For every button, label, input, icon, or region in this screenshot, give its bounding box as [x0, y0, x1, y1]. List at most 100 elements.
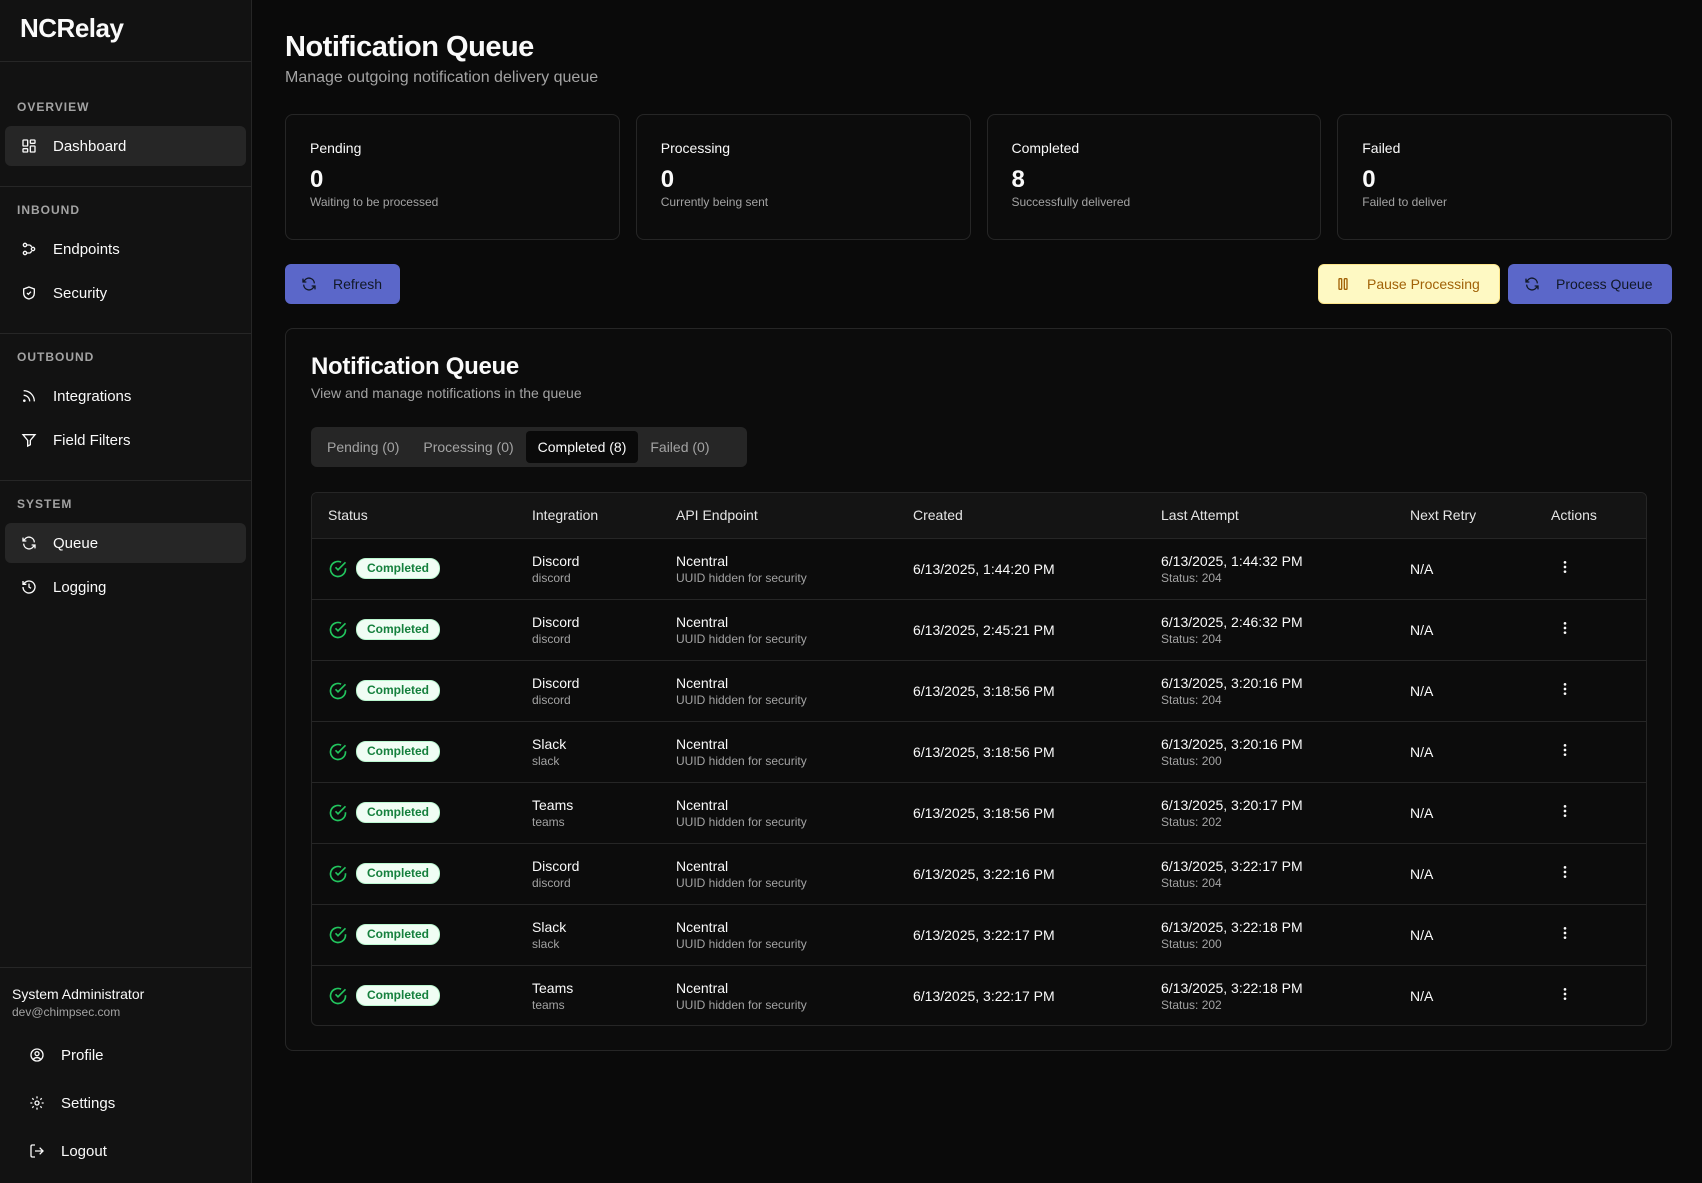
integration-type: slack [532, 753, 560, 768]
user-panel: System Administrator dev@chimpsec.com Pr… [0, 967, 251, 1183]
user-circle-icon [30, 1048, 44, 1062]
table-row[interactable]: Completed Slack slack Ncentral UUID hidd… [312, 904, 1646, 965]
page-title: Notification Queue [285, 31, 534, 63]
sidebar-item-label: Endpoints [53, 240, 120, 258]
pause-label: Pause Processing [1367, 276, 1480, 292]
sidebar-nav: OVERVIEW Dashboard INBOUND Endpoints Sec… [0, 62, 251, 607]
stats-row: Pending 0 Waiting to be processed Proces… [285, 114, 1672, 240]
more-vertical-icon[interactable] [1557, 986, 1573, 1002]
table-row[interactable]: Completed Discord discord Ncentral UUID … [312, 843, 1646, 904]
pause-processing-button[interactable]: Pause Processing [1318, 264, 1500, 304]
endpoint-name: Ncentral [676, 979, 729, 996]
endpoint-note: UUID hidden for security [676, 631, 807, 646]
endpoint-note: UUID hidden for security [676, 936, 807, 951]
last-attempt-status: Status: 204 [1161, 875, 1222, 890]
section-label: OVERVIEW [17, 100, 90, 114]
endpoint-note: UUID hidden for security [676, 753, 807, 768]
more-vertical-icon[interactable] [1557, 864, 1573, 880]
table-row[interactable]: Completed Discord discord Ncentral UUID … [312, 538, 1646, 599]
status-cell: Completed [328, 680, 500, 701]
endpoint-name: Ncentral [676, 918, 729, 935]
table-row[interactable]: Completed Discord discord Ncentral UUID … [312, 660, 1646, 721]
sidebar-item-integrations[interactable]: Integrations [5, 376, 246, 416]
logout-icon [30, 1144, 44, 1158]
status-badge: Completed [356, 924, 441, 945]
check-circle-icon [329, 987, 347, 1005]
integration-name: Slack [532, 918, 567, 935]
next-retry: N/A [1410, 560, 1434, 577]
sidebar-item-label: Queue [53, 534, 99, 552]
queue-table: Status Integration API Endpoint Created … [311, 492, 1647, 1026]
sidebar-item-queue[interactable]: Queue [5, 523, 246, 563]
last-attempt-time: 6/13/2025, 3:22:18 PM [1161, 979, 1303, 996]
page-subtitle: Manage outgoing notification delivery qu… [285, 69, 599, 86]
app-logo[interactable]: NCRelay [0, 0, 251, 62]
sidebar-item-endpoints[interactable]: Endpoints [5, 229, 246, 269]
more-vertical-icon[interactable] [1557, 742, 1573, 758]
table-row[interactable]: Completed Teams teams Ncentral UUID hidd… [312, 782, 1646, 843]
more-vertical-icon[interactable] [1557, 925, 1573, 941]
more-vertical-icon[interactable] [1557, 559, 1573, 575]
logout-link[interactable]: Logout [12, 1129, 239, 1173]
status-badge: Completed [356, 680, 441, 701]
endpoint-name: Ncentral [676, 735, 729, 752]
endpoint-name: Ncentral [676, 613, 729, 630]
created-time: 6/13/2025, 3:22:17 PM [913, 926, 1055, 943]
table-header-row: Status Integration API Endpoint Created … [312, 493, 1646, 538]
last-attempt-time: 6/13/2025, 1:44:32 PM [1161, 552, 1303, 569]
check-circle-icon [329, 621, 347, 638]
tab-processing[interactable]: Processing (0) [411, 431, 525, 463]
sidebar-item-security[interactable]: Security [5, 273, 246, 313]
settings-link[interactable]: Settings [12, 1081, 239, 1125]
check-circle-icon [329, 804, 347, 821]
more-vertical-icon[interactable] [1557, 803, 1573, 819]
sidebar-item-label: Integrations [53, 387, 132, 405]
created-time: 6/13/2025, 3:18:56 PM [913, 804, 1055, 821]
stat-value: 0 [310, 166, 324, 193]
tab-pending[interactable]: Pending (0) [315, 431, 411, 463]
stat-card-pending: Pending 0 Waiting to be processed [285, 114, 620, 240]
table-row[interactable]: Completed Teams teams Ncentral UUID hidd… [312, 965, 1646, 1025]
process-queue-button[interactable]: Process Queue [1508, 264, 1672, 304]
created-time: 6/13/2025, 3:22:16 PM [913, 865, 1055, 882]
stat-value: 0 [1362, 166, 1376, 193]
tab-completed[interactable]: Completed (8) [525, 431, 639, 463]
integration-type: discord [532, 570, 571, 585]
endpoint-name: Ncentral [676, 796, 729, 813]
tab-failed[interactable]: Failed (0) [638, 431, 721, 463]
next-retry: N/A [1410, 621, 1434, 638]
more-vertical-icon[interactable] [1557, 620, 1573, 636]
last-attempt-status: Status: 204 [1161, 631, 1222, 646]
table-row[interactable]: Completed Discord discord Ncentral UUID … [312, 599, 1646, 660]
endpoint-note: UUID hidden for security [676, 875, 807, 890]
created-time: 6/13/2025, 3:22:17 PM [913, 987, 1055, 1004]
stat-description: Waiting to be processed [310, 195, 439, 209]
integration-type: slack [532, 936, 560, 951]
status-cell: Completed [328, 741, 500, 762]
last-attempt-time: 6/13/2025, 3:22:18 PM [1161, 918, 1303, 935]
endpoint-name: Ncentral [676, 857, 729, 874]
stat-label: Processing [660, 140, 731, 156]
nav-section-inbound: INBOUND Endpoints Security [0, 186, 251, 313]
status-badge: Completed [356, 985, 441, 1007]
profile-link[interactable]: Profile [12, 1033, 239, 1077]
sidebar-item-dashboard[interactable]: Dashboard [5, 126, 246, 166]
refresh-icon [22, 536, 36, 550]
stat-label: Completed [1011, 140, 1080, 156]
endpoint-note: UUID hidden for security [676, 814, 807, 829]
integration-name: Slack [532, 735, 567, 752]
last-attempt-time: 6/13/2025, 3:20:16 PM [1161, 674, 1303, 691]
more-vertical-icon[interactable] [1557, 681, 1573, 697]
created-time: 6/13/2025, 3:18:56 PM [913, 743, 1055, 760]
table-row[interactable]: Completed Slack slack Ncentral UUID hidd… [312, 721, 1646, 782]
sidebar-item-logging[interactable]: Logging [5, 567, 246, 607]
integration-type: discord [532, 875, 571, 890]
sidebar-item-label: Security [53, 284, 108, 302]
stat-value: 8 [1011, 166, 1025, 193]
next-retry: N/A [1410, 865, 1434, 882]
sidebar-item-field-filters[interactable]: Field Filters [5, 420, 246, 460]
created-time: 6/13/2025, 1:44:20 PM [913, 560, 1055, 577]
last-attempt-time: 6/13/2025, 2:46:32 PM [1161, 613, 1303, 630]
refresh-button[interactable]: Refresh [285, 264, 400, 304]
section-label: INBOUND [17, 203, 80, 217]
